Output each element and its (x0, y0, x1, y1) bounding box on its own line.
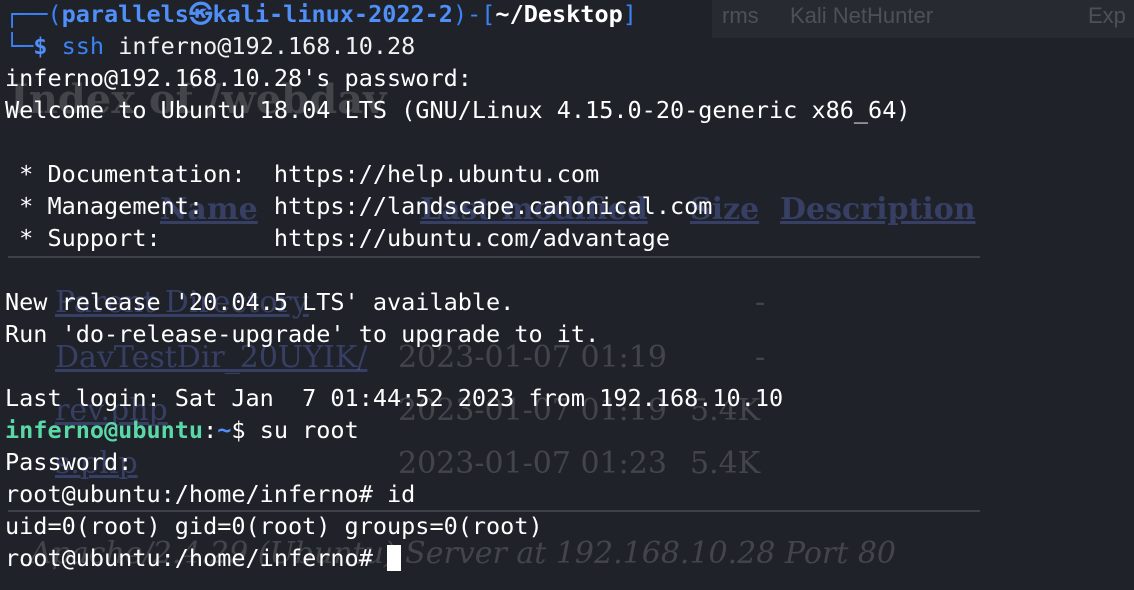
prompt-frame: ] (622, 0, 637, 28)
prompt-host: kali-linux-2022-2 (212, 0, 453, 28)
ssh-command-line: └─$ ssh inferno@192.168.10.28 (5, 30, 415, 62)
prompt-directory: ~ (217, 416, 232, 444)
output-line: Welcome to Ubuntu 18.04 LTS (GNU/Linux 4… (5, 96, 911, 124)
prompt-frame: └─ (5, 32, 34, 60)
kali-symbol-icon: ㉿ (188, 0, 213, 28)
user-prompt-line: inferno@ubuntu:~$ su root (5, 414, 359, 446)
kali-nethunter-tab: Kali NetHunter (790, 3, 934, 28)
prompt-user: parallels (61, 0, 189, 28)
terminal-window[interactable]: rms Kali NetHunter Exp Index of /webdav … (0, 0, 1134, 590)
background-divider (8, 256, 980, 258)
root-prompt-line: root@ubuntu:/home/inferno# id (5, 478, 415, 510)
background-row-size: - (755, 285, 766, 320)
su-command: su root (259, 416, 359, 444)
background-row-size: - (755, 340, 766, 375)
text-cursor[interactable] (387, 545, 402, 571)
background-row-size: 5.4K (690, 446, 761, 481)
output-line: inferno@192.168.10.28's password: (5, 64, 472, 92)
output-line: Last login: Sat Jan 7 01:44:52 2023 from… (5, 384, 784, 412)
prompt-user: inferno@ubuntu (5, 416, 204, 444)
prompt-separator: : (203, 416, 218, 444)
prompt-directory: ~/Desktop (495, 0, 623, 28)
root-prompt: root@ubuntu:/home/inferno# (5, 480, 388, 508)
output-line: New release '20.04.5 LTS' available. (5, 288, 515, 316)
root-prompt: root@ubuntu:/home/inferno# (5, 544, 388, 572)
background-tab-bar: rms Kali NetHunter Exp (712, 0, 1134, 38)
command-args: inferno@192.168.10.28 (104, 32, 416, 60)
command-name: ssh (61, 32, 105, 60)
background-tab: Exp (1088, 3, 1126, 28)
prompt-dollar: $ (33, 32, 48, 60)
output-line: uid=0(root) gid=0(root) groups=0(root) (5, 512, 543, 540)
id-command: id (387, 480, 416, 508)
background-col-description: Description (780, 192, 976, 227)
background-row-modified: 2023-01-07 01:23 (398, 446, 667, 481)
prompt-dollar: $ (231, 416, 260, 444)
output-line: * Management: https://landscape.canonica… (5, 192, 713, 220)
background-tab: rms (722, 3, 759, 28)
output-line: * Support: https://ubuntu.com/advantage (5, 224, 670, 252)
prompt-frame: )-[ (452, 0, 496, 28)
kali-prompt-line: ┌──(parallels㉿kali-linux-2022-2)-[~/Desk… (5, 0, 637, 30)
output-line: Run 'do-release-upgrade' to upgrade to i… (5, 320, 600, 348)
output-line: Password: (5, 448, 133, 476)
active-root-prompt-line[interactable]: root@ubuntu:/home/inferno# (5, 542, 402, 574)
output-line: * Documentation: https://help.ubuntu.com (5, 160, 600, 188)
prompt-frame: ┌──( (5, 0, 62, 28)
